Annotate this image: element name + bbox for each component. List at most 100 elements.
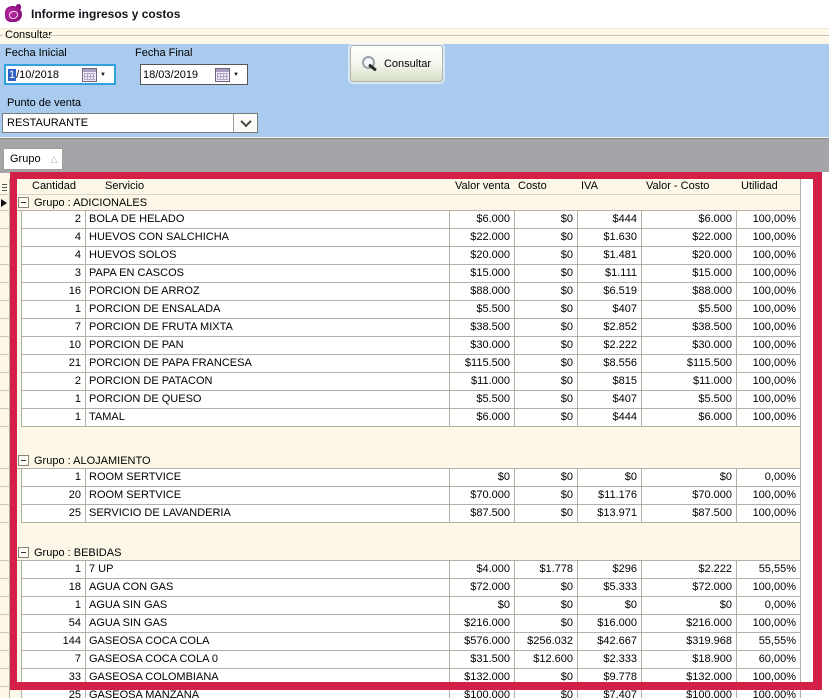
table-row[interactable]: 16PORCION DE ARROZ$88.000$0$6.519$88.000… <box>0 283 801 301</box>
table-row[interactable]: 17 UP$4.000$1.778$296$2.22255,55% <box>0 561 801 579</box>
column-header-valor-venta[interactable]: Valor venta <box>450 179 515 195</box>
table-cell: $0 <box>450 597 515 615</box>
row-indicator-cell <box>0 545 10 561</box>
fecha-inicial-value: 1/10/2018 <box>6 69 82 81</box>
table-cell: PORCION DE QUESO <box>86 391 450 409</box>
row-indent <box>10 633 22 651</box>
row-indicator-cell <box>0 211 10 229</box>
table-cell: 7 UP <box>86 561 450 579</box>
table-row[interactable]: 1ROOM SERTVICE$0$0$0$00,00% <box>0 469 801 487</box>
table-cell: $0 <box>515 319 578 337</box>
table-cell: $0 <box>515 283 578 301</box>
collapse-group-icon[interactable] <box>18 197 29 208</box>
group-cell: Grupo : BEBIDAS <box>10 545 801 561</box>
dropdown-arrow-icon[interactable]: ▼ <box>233 70 247 80</box>
row-indicator-cell <box>0 301 10 319</box>
table-cell: $0 <box>515 505 578 523</box>
row-indicator-cell <box>0 651 10 669</box>
row-indicator-cell <box>0 337 10 355</box>
table-cell: 25 <box>22 505 86 523</box>
table-cell: $5.500 <box>642 301 737 319</box>
table-row[interactable]: 54AGUA SIN GAS$216.000$0$16.000$216.0001… <box>0 615 801 633</box>
table-row[interactable]: 1PORCION DE QUESO$5.500$0$407$5.500100,0… <box>0 391 801 409</box>
group-row[interactable]: Grupo : BEBIDAS <box>0 545 801 561</box>
calendar-icon[interactable] <box>215 68 230 82</box>
table-row[interactable]: 1TAMAL$6.000$0$444$6.000100,00% <box>0 409 801 427</box>
table-cell: 100,00% <box>737 409 801 427</box>
group-row[interactable]: Grupo : ALOJAMIENTO <box>0 453 801 469</box>
table-cell: $407 <box>578 301 642 319</box>
combo-dropdown-button[interactable] <box>233 114 257 132</box>
punto-de-venta-select[interactable]: RESTAURANTE <box>2 113 258 133</box>
table-row[interactable]: 1PORCION DE ENSALADA$5.500$0$407$5.50010… <box>0 301 801 319</box>
table-row[interactable]: 2BOLA DE HELADO$6.000$0$444$6.000100,00% <box>0 211 801 229</box>
group-label: Grupo : ADICIONALES <box>34 197 147 209</box>
table-cell: $42.667 <box>578 633 642 651</box>
group-chip-grupo[interactable]: Grupo △ <box>3 148 63 170</box>
fecha-final-input[interactable]: 18/03/2019 ▼ <box>140 64 248 85</box>
column-header-servicio[interactable]: Servicio <box>86 179 450 195</box>
table-cell: $407 <box>578 391 642 409</box>
row-indicator-cell <box>0 561 10 579</box>
collapse-group-icon[interactable] <box>18 547 29 558</box>
table-cell: 16 <box>22 283 86 301</box>
consultar-button[interactable]: Consultar <box>350 45 443 82</box>
table-cell: PORCION DE FRUTA MIXTA <box>86 319 450 337</box>
table-row[interactable]: 4HUEVOS SOLOS$20.000$0$1.481$20.000100,0… <box>0 247 801 265</box>
table-cell: $88.000 <box>450 283 515 301</box>
column-header-utilidad[interactable]: Utilidad <box>737 179 801 195</box>
row-indicator-cell <box>0 633 10 651</box>
group-by-panel: Grupo △ <box>0 138 829 173</box>
table-row[interactable]: 18AGUA CON GAS$72.000$0$5.333$72.000100,… <box>0 579 801 597</box>
table-cell: $72.000 <box>450 579 515 597</box>
table-cell: 7 <box>22 651 86 669</box>
table-cell: $216.000 <box>450 615 515 633</box>
table-row[interactable]: 1AGUA SIN GAS$0$0$0$00,00% <box>0 597 801 615</box>
table-cell: $5.500 <box>450 301 515 319</box>
table-row[interactable]: 4HUEVOS CON SALCHICHA$22.000$0$1.630$22.… <box>0 229 801 247</box>
table-row[interactable]: 21PORCION DE PAPA FRANCESA$115.500$0$8.5… <box>0 355 801 373</box>
group-row[interactable]: Grupo : ADICIONALES <box>0 195 801 211</box>
table-row[interactable]: 7GASEOSA COCA COLA 0$31.500$12.600$2.333… <box>0 651 801 669</box>
table-cell: $115.500 <box>450 355 515 373</box>
table-row[interactable]: 7PORCION DE FRUTA MIXTA$38.500$0$2.852$3… <box>0 319 801 337</box>
table-row[interactable]: 33GASEOSA COLOMBIANA$132.000$0$9.778$132… <box>0 669 801 687</box>
table-cell: $0 <box>515 579 578 597</box>
dropdown-arrow-icon[interactable]: ▼ <box>100 70 114 80</box>
row-indicator-cell <box>0 247 10 265</box>
table-cell: 60,00% <box>737 651 801 669</box>
table-row[interactable]: 2PORCION DE PATACON$11.000$0$815$11.0001… <box>0 373 801 391</box>
table-row[interactable]: 25GASEOSA MANZANA$100.000$0$7.407$100.00… <box>0 687 801 698</box>
table-cell: BOLA DE HELADO <box>86 211 450 229</box>
gap-area <box>10 523 801 545</box>
column-header-iva[interactable]: IVA <box>578 179 642 195</box>
row-indicator-cell <box>0 487 10 505</box>
calendar-icon[interactable] <box>82 68 97 82</box>
table-cell: $72.000 <box>642 579 737 597</box>
fecha-inicial-input[interactable]: 1/10/2018 ▼ <box>4 64 116 85</box>
table-cell: 1 <box>22 597 86 615</box>
table-cell: $87.500 <box>642 505 737 523</box>
table-row[interactable]: 3PAPA EN CASCOS$15.000$0$1.111$15.000100… <box>0 265 801 283</box>
table-row[interactable]: 20ROOM SERTVICE$70.000$0$11.176$70.00010… <box>0 487 801 505</box>
table-cell: 2 <box>22 373 86 391</box>
table-cell: $0 <box>578 469 642 487</box>
table-row[interactable]: 10PORCION DE PAN$30.000$0$2.222$30.00010… <box>0 337 801 355</box>
row-indent <box>10 469 22 487</box>
collapse-group-icon[interactable] <box>18 455 29 466</box>
table-row[interactable]: 144GASEOSA COCA COLA$576.000$256.032$42.… <box>0 633 801 651</box>
group-gap <box>0 523 801 545</box>
column-header-cantidad[interactable]: Cantidad <box>10 179 86 195</box>
table-cell: $0 <box>515 409 578 427</box>
row-indent <box>10 301 22 319</box>
row-indicator-cell <box>0 229 10 247</box>
table-row[interactable]: 25SERVICIO DE LAVANDERIA$87.500$0$13.971… <box>0 505 801 523</box>
window-title: Informe ingresos y costos <box>31 7 180 21</box>
table-cell: 18 <box>22 579 86 597</box>
column-header-valor-costo[interactable]: Valor - Costo <box>642 179 737 195</box>
table-cell: 55,55% <box>737 633 801 651</box>
column-header-costo[interactable]: Costo <box>515 179 578 195</box>
table-cell: $38.500 <box>450 319 515 337</box>
table-cell: $2.333 <box>578 651 642 669</box>
row-indent <box>10 283 22 301</box>
